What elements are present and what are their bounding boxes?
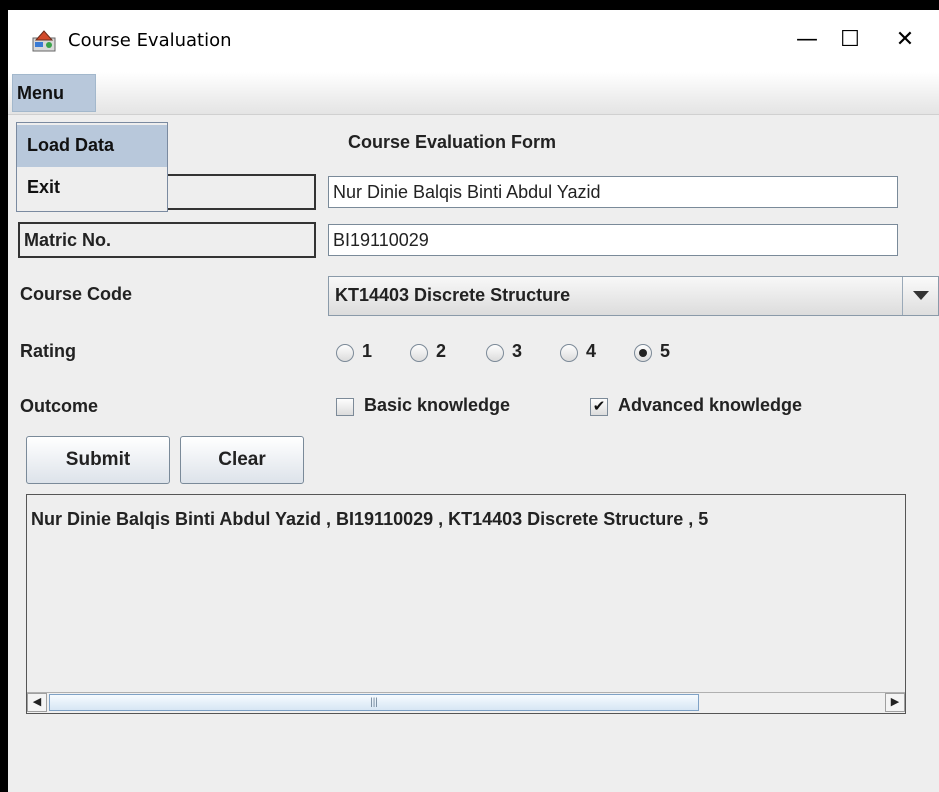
outcome-label: Outcome (20, 396, 99, 416)
chevron-down-icon[interactable] (902, 277, 938, 315)
course-code-label: Course Code (20, 284, 133, 304)
radio-icon[interactable] (486, 344, 504, 362)
radio-icon[interactable] (410, 344, 428, 362)
radio-icon[interactable] (336, 344, 354, 362)
rating-option-label: 3 (512, 341, 523, 361)
app-window: Course Evaluation — ☐ ✕ Menu Course Eval… (8, 10, 939, 792)
output-text-area[interactable]: Nur Dinie Balqis Binti Abdul Yazid , BI1… (26, 494, 906, 714)
rating-option-label: 4 (586, 341, 597, 361)
checkbox-label: Basic knowledge (364, 395, 511, 415)
clear-button[interactable]: Clear (180, 436, 304, 484)
java-app-icon (32, 30, 56, 52)
submit-button[interactable]: Submit (26, 436, 170, 484)
window-title: Course Evaluation (68, 30, 232, 51)
course-code-combobox[interactable]: KT14403 Discrete Structure (328, 276, 939, 316)
scroll-left-icon[interactable]: ◀ (27, 693, 47, 712)
name-field[interactable]: Nur Dinie Balqis Binti Abdul Yazid (328, 176, 898, 208)
scroll-right-icon[interactable]: ▶ (885, 693, 905, 712)
rating-option-label: 5 (660, 341, 671, 361)
rating-option-label: 2 (436, 341, 447, 361)
matric-label: Matric No. (18, 222, 316, 258)
menu-item-exit[interactable]: Exit (17, 167, 167, 209)
menu-bar: Menu (8, 72, 939, 115)
menu-item-load-data[interactable]: Load Data (17, 125, 167, 167)
form-heading: Course Evaluation Form (348, 132, 557, 152)
output-line: Nur Dinie Balqis Binti Abdul Yazid , BI1… (31, 509, 709, 529)
scroll-thumb[interactable]: ||| (49, 694, 699, 711)
course-code-selected: KT14403 Discrete Structure (335, 285, 571, 305)
checkbox-icon[interactable] (336, 398, 354, 416)
rating-option-label: 1 (362, 341, 373, 361)
maximize-button[interactable]: ☐ (830, 22, 870, 58)
menu-dropdown: Load Data Exit (16, 122, 168, 212)
horizontal-scrollbar[interactable]: ◀ ||| ▶ (27, 692, 905, 713)
menu-button[interactable]: Menu (12, 74, 96, 112)
close-button[interactable]: ✕ (885, 22, 925, 58)
checkmark-icon[interactable]: ✔ (590, 398, 608, 416)
radio-selected-icon[interactable] (634, 344, 652, 362)
checkbox-label: Advanced knowledge (618, 395, 803, 415)
rating-label: Rating (20, 341, 76, 361)
minimize-button[interactable]: — (787, 22, 827, 58)
title-bar[interactable]: Course Evaluation — ☐ ✕ (8, 10, 939, 72)
radio-icon[interactable] (560, 344, 578, 362)
matric-field[interactable]: BI19110029 (328, 224, 898, 256)
